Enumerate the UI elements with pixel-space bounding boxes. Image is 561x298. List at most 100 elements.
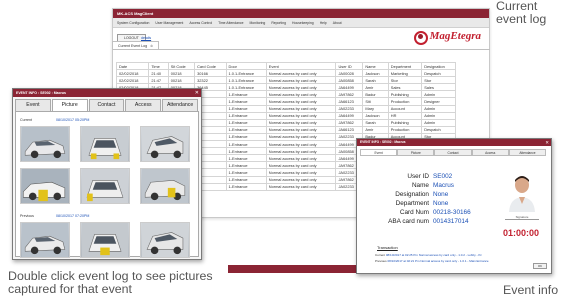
tab-access[interactable]: Access	[125, 99, 162, 111]
menu-access-control[interactable]: Access Control	[189, 21, 212, 25]
card-num-value: 00218-30166	[433, 209, 471, 216]
close-icon[interactable]: ✕	[195, 89, 199, 97]
column-header[interactable]: Event	[265, 61, 337, 71]
tab-contact[interactable]: Contact	[434, 149, 472, 156]
menu-system-configuration[interactable]: System Configuration	[117, 21, 149, 25]
column-header[interactable]: Name	[362, 61, 389, 71]
menu-reporting[interactable]: Reporting	[271, 21, 286, 25]
menu-help[interactable]: Help	[320, 21, 327, 25]
tab-attendance[interactable]: Attendance	[162, 99, 198, 111]
column-header[interactable]: Department	[387, 61, 423, 71]
caption-event-info: Event info	[503, 283, 559, 297]
table-cell: 00218	[167, 69, 196, 78]
dialog-tabs: Event Picture Contact Access Attendance	[13, 97, 201, 111]
close-icon[interactable]: ✕	[545, 139, 549, 146]
menu-time-attendance[interactable]: Time Attendance	[218, 21, 243, 25]
table-cell: Admin	[421, 118, 456, 127]
table-cell: 1.0.1-Entrance	[225, 69, 267, 78]
table-cell: Normal access by card only	[265, 182, 337, 191]
table-row[interactable]: 02/02/2018 21:40 00218 30166 1.0.1-Entrance N…	[115, 69, 456, 78]
page: { "main_window": { "title": "MK-ACS MagC…	[0, 0, 561, 298]
column-header[interactable]: Card Code	[194, 61, 227, 71]
column-header[interactable]: Door	[225, 61, 267, 71]
current-photo-4[interactable]	[20, 168, 70, 204]
column-header[interactable]: Sit Code	[167, 61, 196, 71]
transaction-current-text: 08/10/2017 at 02:25 Pm Normal access by …	[385, 253, 482, 257]
transaction-current-label: Current	[375, 253, 386, 257]
table-cell: Admin	[421, 111, 456, 120]
card-num-label: Card Num	[399, 209, 429, 216]
current-photo-3[interactable]	[140, 126, 190, 162]
table-cell: Normal access by card only	[265, 125, 337, 134]
column-header[interactable]: Designation	[421, 61, 456, 71]
table-cell: HR	[387, 111, 423, 120]
column-header[interactable]: Date	[115, 61, 150, 71]
tab-divider	[112, 49, 490, 50]
toolbar: LOGOUT details MagEtegra	[113, 28, 489, 50]
aba-card-num-value: 0014317014	[433, 218, 469, 225]
caption-double-click: Double click event log to see pictures c…	[8, 269, 213, 296]
current-photo-5[interactable]	[80, 168, 130, 204]
name-value: Macrus	[433, 182, 454, 189]
current-photo-6[interactable]	[140, 168, 190, 204]
tab-close-icon[interactable]: ⊗	[150, 44, 153, 48]
table-cell: 02/02/2018	[115, 69, 150, 78]
table-cell: JA66123	[335, 97, 364, 106]
column-header[interactable]: Time	[148, 61, 169, 71]
window-title: MK-ACS MagClient	[113, 9, 489, 18]
table-cell: Jackson	[362, 69, 389, 78]
user-photo	[507, 172, 537, 212]
table-cell: JA64499	[335, 111, 364, 120]
table-cell: Sarah	[362, 76, 389, 85]
tab-access[interactable]: Access	[471, 149, 509, 156]
department-label: Department	[395, 200, 429, 207]
tab-event[interactable]: Event	[15, 99, 51, 111]
table-cell: 1-Entrance	[225, 132, 267, 142]
menu-user-management[interactable]: User Management	[155, 21, 183, 25]
dialog-title: EVENT INFO : SE002 : Macrus	[357, 139, 551, 146]
details-link[interactable]: details	[141, 36, 151, 40]
caption-current-event-log: Current event log	[496, 0, 547, 26]
table-cell: Normal access by card only	[265, 111, 337, 120]
menu-bar: System Configuration User Management Acc…	[113, 18, 489, 28]
tab-picture[interactable]: Picture	[397, 149, 435, 156]
table-cell: 30166	[194, 69, 227, 78]
table-row[interactable]: 02/02/2018 21:47 00218 32322 1.0.1-Entrance N…	[115, 76, 456, 85]
table-cell: 32322	[194, 76, 227, 85]
current-photo-2[interactable]	[80, 126, 130, 162]
dialog-title: EVENT INFO : SE002 : Macrus	[13, 89, 201, 97]
menu-housekeeping[interactable]: Housekeeping	[292, 21, 314, 25]
table-cell: Normal access by card only	[265, 168, 337, 177]
tab-picture[interactable]: Picture	[51, 99, 88, 111]
previous-photo-2[interactable]	[80, 222, 130, 258]
logo: MagEtegra	[413, 30, 481, 45]
table-cell: 1-Entrance	[225, 168, 267, 177]
tab-contact[interactable]: Contact	[88, 99, 125, 111]
table-cell: Normal access by card only	[265, 69, 337, 78]
table-cell: 1-Entrance	[225, 125, 267, 134]
ok-button[interactable]: OK	[533, 263, 547, 269]
table-cell: 1-Entrance	[225, 175, 267, 184]
previous-photo-3[interactable]	[140, 222, 190, 258]
table-cell: Normal access by card only	[265, 140, 337, 149]
event-info-picture-dialog: EVENT INFO : SE002 : Macrus ✕ Event Pict…	[12, 88, 202, 260]
transaction-previous: Previous 08/10/2017 at 02:21 Pm Normal a…	[375, 259, 489, 263]
table-cell: Sarah	[362, 118, 389, 127]
event-info-dialog: EVENT INFO : SE002 : Macrus ✕ Event Pict…	[356, 138, 552, 274]
table-cell: Admin	[421, 104, 456, 113]
tab-event[interactable]: Event	[360, 149, 398, 156]
table-cell: 00218	[167, 76, 196, 85]
table-cell: Amir	[362, 83, 389, 92]
current-date: 08/10/2017 05:20PM	[56, 118, 90, 122]
picture-panel: Current 08/10/2017 05:20PM Previous 08/1…	[15, 111, 199, 258]
column-header[interactable]: User ID	[335, 61, 364, 71]
tab-attendance[interactable]: Attendance	[508, 149, 547, 156]
previous-photo-1[interactable]	[20, 222, 70, 258]
signature-label: Signature	[505, 215, 539, 220]
table-cell: 21:47	[148, 76, 169, 85]
menu-monitoring[interactable]: Monitoring	[249, 21, 265, 25]
menu-about[interactable]: About	[333, 21, 342, 25]
table-cell: 1.0.1-Entrance	[225, 83, 267, 92]
current-photo-1[interactable]	[20, 126, 70, 162]
table-cell: Production	[387, 97, 423, 106]
